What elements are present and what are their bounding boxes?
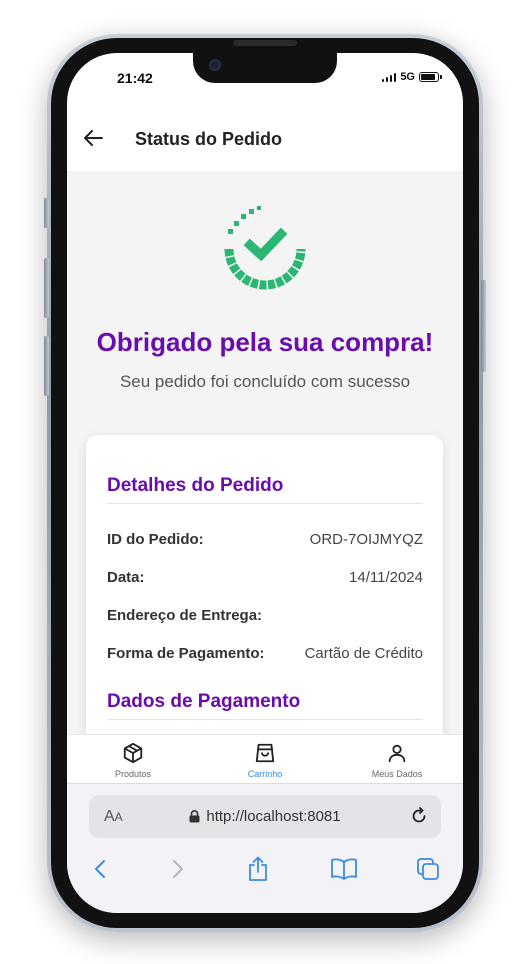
delivery-address-row: Endereço de Entrega: bbox=[107, 607, 423, 624]
order-details-card: Detalhes do Pedido ID do Pedido: ORD-7OI… bbox=[86, 435, 443, 734]
share-button[interactable] bbox=[241, 852, 275, 886]
earpiece-speaker bbox=[233, 40, 297, 46]
order-date-value: 14/11/2024 bbox=[349, 569, 423, 586]
bottom-tab-bar: Produtos Carrinho Meus Dados bbox=[67, 734, 463, 784]
address-bar[interactable]: AA http://localhost:8081 bbox=[89, 795, 441, 838]
order-id-label: ID do Pedido: bbox=[107, 531, 204, 548]
mute-switch bbox=[44, 198, 49, 228]
tab-label: Carrinho bbox=[247, 769, 283, 779]
lock-icon bbox=[189, 810, 200, 823]
divider bbox=[107, 503, 423, 504]
back-button[interactable] bbox=[81, 126, 105, 150]
tab-meus-dados[interactable]: Meus Dados bbox=[331, 735, 463, 784]
reload-icon[interactable] bbox=[409, 806, 429, 826]
thank-you-subtitle: Seu pedido foi concluído com sucesso bbox=[119, 372, 411, 391]
tabs-icon bbox=[417, 858, 439, 880]
user-icon bbox=[388, 744, 406, 763]
order-date-label: Data: bbox=[107, 569, 145, 586]
tab-label: Produtos bbox=[114, 769, 152, 779]
tabs-button[interactable] bbox=[411, 852, 445, 886]
divider bbox=[107, 719, 423, 720]
payment-method-row: Forma de Pagamento: Cartão de Crédito bbox=[107, 645, 423, 662]
url-display: http://localhost:8081 bbox=[89, 808, 441, 825]
page-title: Status do Pedido bbox=[135, 129, 283, 149]
order-details-heading: Detalhes do Pedido bbox=[107, 475, 284, 496]
book-icon bbox=[331, 858, 357, 880]
tab-label: Meus Dados bbox=[371, 769, 423, 779]
phone-screen: 21:42 5G Status do Pedido Obrigado pela … bbox=[67, 53, 463, 913]
status-indicators: 5G bbox=[381, 71, 442, 83]
notch bbox=[193, 53, 337, 83]
thank-you-title: Obrigado pela sua compra! bbox=[96, 327, 434, 357]
volume-down-button bbox=[44, 336, 49, 396]
tab-carrinho[interactable]: Carrinho bbox=[199, 735, 331, 784]
power-button bbox=[481, 280, 486, 372]
payment-method-value: Cartão de Crédito bbox=[304, 645, 423, 662]
browser-forward-button[interactable] bbox=[161, 852, 195, 886]
arrow-left-icon bbox=[84, 130, 103, 146]
order-date-row: Data: 14/11/2024 bbox=[107, 569, 423, 586]
signal-icon bbox=[381, 72, 397, 82]
bookmarks-button[interactable] bbox=[327, 852, 361, 886]
payment-details-heading: Dados de Pagamento bbox=[107, 691, 301, 712]
main-content: Obrigado pela sua compra! Seu pedido foi… bbox=[67, 171, 463, 734]
payment-method-label: Forma de Pagamento: bbox=[107, 645, 265, 662]
volume-up-button bbox=[44, 258, 49, 318]
status-time: 21:42 bbox=[117, 70, 153, 86]
app-header: Status do Pedido bbox=[67, 105, 463, 172]
order-id-value: ORD-7OIJMYQZ bbox=[309, 531, 423, 548]
network-type: 5G bbox=[400, 71, 415, 83]
chevron-left-icon bbox=[95, 860, 105, 878]
tab-produtos[interactable]: Produtos bbox=[67, 735, 199, 784]
delivery-address-label: Endereço de Entrega: bbox=[107, 607, 263, 624]
battery-icon bbox=[419, 72, 442, 82]
browser-toolbar bbox=[67, 852, 463, 886]
browser-back-button[interactable] bbox=[83, 852, 117, 886]
share-icon bbox=[249, 856, 267, 881]
browser-chrome: AA http://localhost:8081 bbox=[67, 783, 463, 913]
shopping-bag-icon bbox=[255, 743, 275, 763]
url-text: http://localhost:8081 bbox=[206, 808, 341, 825]
success-check-icon bbox=[224, 206, 306, 290]
front-camera bbox=[209, 59, 221, 71]
order-id-row: ID do Pedido: ORD-7OIJMYQZ bbox=[107, 531, 423, 548]
chevron-right-icon bbox=[173, 860, 183, 878]
box-icon bbox=[123, 742, 143, 764]
